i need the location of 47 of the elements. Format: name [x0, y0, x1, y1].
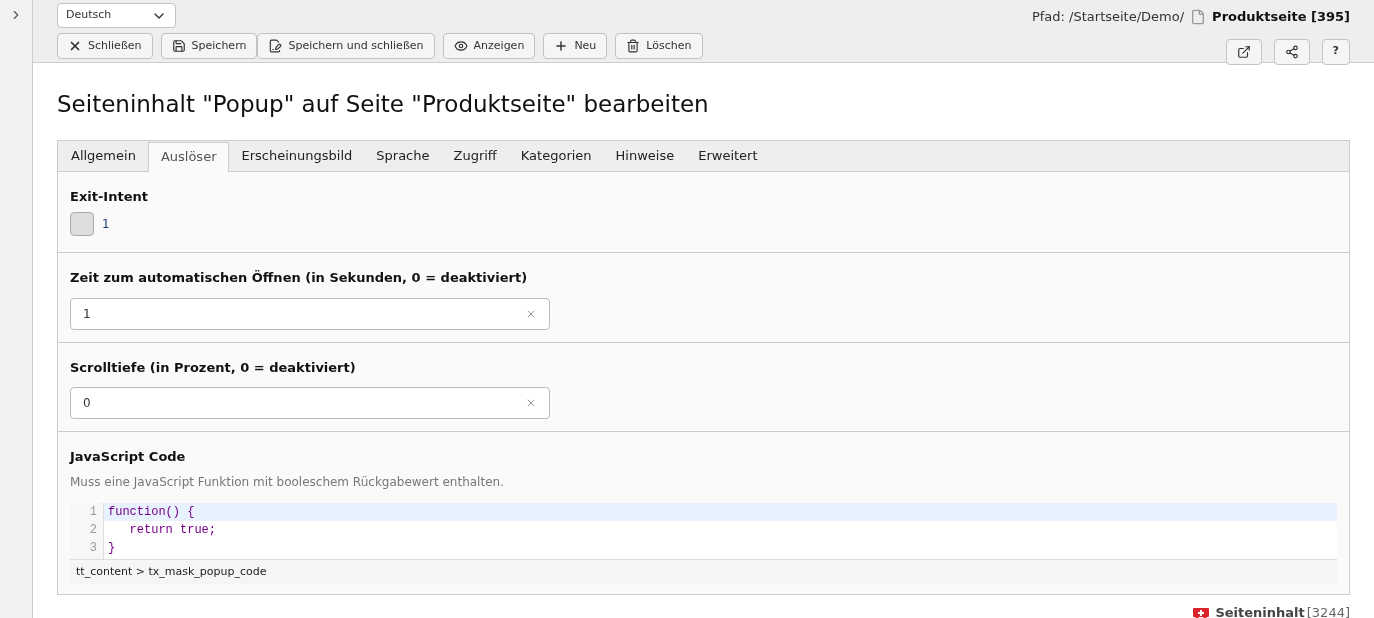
- view-button[interactable]: Anzeigen: [442, 33, 536, 59]
- tab[interactable]: Auslöser: [147, 141, 230, 172]
- input-field[interactable]: 1: [70, 297, 550, 330]
- record-type: Seiteninhalt: [1215, 604, 1305, 618]
- save-close-icon: [268, 39, 283, 53]
- language-select[interactable]: Deutsch: [57, 3, 176, 28]
- field-label: Zeit zum automatischen Öffnen (in Sekunden, 0 = deaktiviert): [70, 269, 529, 287]
- field-label: Exit-Intent: [70, 187, 149, 206]
- code-editor[interactable]: 1 function() { 2 return true; 3 }: [70, 502, 1337, 560]
- tab[interactable]: Erscheinungsbild: [229, 140, 365, 171]
- share-button[interactable]: [1273, 38, 1310, 65]
- checkbox-label: 1: [102, 216, 110, 233]
- page-icon: [1190, 8, 1207, 25]
- plus-icon: [554, 39, 569, 53]
- page-title: Produktseite [395]: [1212, 8, 1350, 26]
- help-button[interactable]: ?: [1321, 38, 1350, 65]
- field-path: tt_content > tx_mask_popup_code: [70, 559, 1337, 584]
- save-button[interactable]: Speichern: [160, 33, 258, 59]
- trash-icon: [626, 39, 641, 53]
- delete-button[interactable]: Löschen: [615, 33, 703, 59]
- input-field[interactable]: 0: [70, 387, 550, 419]
- tab[interactable]: Allgemein: [59, 140, 148, 171]
- code-line: }: [107, 539, 117, 557]
- field-description: Muss eine JavaScript Funktion mit booleschem Rückgabewert enthalten.: [70, 473, 505, 491]
- eye-icon: [453, 39, 468, 53]
- external-link-icon: [1236, 44, 1251, 59]
- checkbox[interactable]: [70, 212, 94, 236]
- tab[interactable]: Zugriff: [441, 140, 509, 171]
- tab[interactable]: Erweitert: [686, 140, 770, 171]
- saveclose-button[interactable]: Speichern und schließen: [257, 33, 435, 59]
- tab[interactable]: Sprache: [364, 140, 442, 171]
- close-button[interactable]: Schließen: [57, 33, 153, 59]
- path-label: Pfad: /Startseite/Demo/: [1031, 8, 1185, 26]
- tab[interactable]: Kategorien: [508, 140, 604, 171]
- close-icon: [68, 39, 82, 53]
- save-icon: [171, 39, 186, 53]
- new-button[interactable]: Neu: [543, 33, 608, 59]
- clear-icon[interactable]: [525, 397, 537, 409]
- field-label: Scrolltiefe (in Prozent, 0 = deaktiviert): [70, 358, 357, 377]
- page-heading: Seiteninhalt "Popup" auf Seite "Produktseite" bearbeiten: [57, 90, 710, 119]
- field-label: JavaScript Code: [70, 448, 187, 466]
- share-icon: [1284, 44, 1299, 59]
- open-new-window-button[interactable]: [1225, 38, 1262, 65]
- line-number: 1: [70, 502, 104, 521]
- record-id: [3244]: [1306, 604, 1350, 618]
- tab[interactable]: Hinweise: [603, 140, 687, 171]
- code-line: return true;: [128, 521, 218, 539]
